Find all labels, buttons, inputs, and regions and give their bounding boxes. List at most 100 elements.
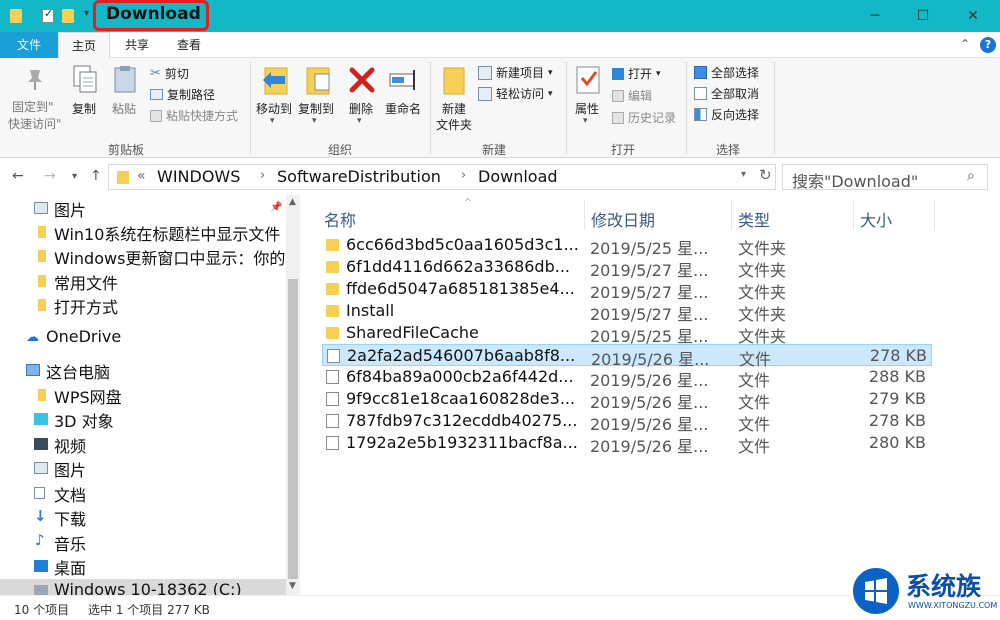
nav-item-folder[interactable]: Win10系统在标题栏中显示文件: [0, 220, 290, 244]
search-box[interactable]: 搜索"Download" ⌕: [782, 164, 988, 191]
copy-to-dropdown-icon[interactable]: ▾: [312, 116, 317, 126]
edit-button[interactable]: 编辑: [612, 87, 652, 104]
file-row[interactable]: 6cc66d3bd5c0aa1605d3c1... 2019/5/25 星...…: [322, 234, 932, 258]
nav-item-this-pc[interactable]: 这台电脑: [0, 358, 290, 382]
select-none-button[interactable]: 全部取消: [694, 85, 759, 102]
file-row-selected[interactable]: 2a2fa2ad546007b6aab8f8... 2019/5/26 星...…: [322, 344, 932, 369]
properties-dropdown-icon[interactable]: ▾: [583, 116, 588, 126]
copy-button[interactable]: 复制: [72, 100, 96, 117]
column-divider[interactable]: [934, 200, 935, 230]
delete-dropdown-icon[interactable]: ▾: [357, 116, 362, 126]
maximize-button[interactable]: ☐: [900, 0, 946, 32]
move-to-button[interactable]: 移动到: [256, 100, 292, 117]
nav-item-folder[interactable]: Windows更新窗口中显示：你的: [0, 244, 290, 268]
breadcrumb-windows[interactable]: WINDOWS: [157, 167, 240, 186]
tab-share[interactable]: 共享: [114, 32, 160, 58]
nav-item-music[interactable]: ♪ 音乐: [0, 530, 290, 554]
pin-icon[interactable]: 📌: [270, 202, 282, 213]
column-header-size[interactable]: 大小: [854, 200, 934, 230]
history-button[interactable]: 历史记录: [612, 109, 676, 126]
paste-icon[interactable]: [112, 64, 138, 94]
cut-button[interactable]: ✂ 剪切: [150, 65, 189, 82]
nav-item-label: 图片: [54, 201, 87, 220]
paste-shortcut-button[interactable]: 粘贴快捷方式: [150, 107, 238, 124]
properties-icon[interactable]: [574, 64, 602, 96]
nav-item-documents[interactable]: 文档: [0, 481, 290, 505]
file-row[interactable]: 9f9cc81e18caa160828de3... 2019/5/26 星...…: [322, 388, 932, 412]
copy-to-button[interactable]: 复制到: [298, 100, 334, 117]
recent-locations-icon[interactable]: ▾: [72, 171, 77, 182]
nav-item-folder[interactable]: 打开方式: [0, 293, 290, 317]
nav-item-folder[interactable]: 常用文件: [0, 269, 290, 293]
scroll-up-icon[interactable]: ▲: [289, 197, 296, 207]
file-row[interactable]: 6f84ba89a000cb2a6f442d... 2019/5/26 星...…: [322, 366, 932, 390]
new-folder-icon[interactable]: [442, 64, 468, 96]
nav-item-desktop[interactable]: 桌面: [0, 554, 290, 578]
nav-item-pictures-quick[interactable]: 图片 📌: [0, 196, 290, 220]
properties-check-icon[interactable]: [42, 7, 54, 23]
nav-item-3d[interactable]: 3D 对象: [0, 407, 290, 431]
tab-view[interactable]: 查看: [166, 32, 212, 58]
tab-file[interactable]: 文件: [0, 32, 58, 58]
easy-access-button[interactable]: 轻松访问 ▾: [478, 85, 553, 102]
nav-item-pictures[interactable]: 图片: [0, 456, 290, 480]
select-all-button[interactable]: 全部选择: [694, 64, 759, 81]
folder-icon[interactable]: [10, 9, 22, 23]
tab-home[interactable]: 主页: [58, 32, 110, 59]
copy-to-icon[interactable]: [303, 64, 333, 96]
forward-arrow-icon[interactable]: →: [44, 168, 56, 184]
nav-item-onedrive[interactable]: ☁ OneDrive: [0, 326, 290, 350]
column-header-name[interactable]: ^ 名称: [318, 198, 584, 230]
minimize-button[interactable]: ─: [852, 0, 898, 32]
file-row[interactable]: 1792a2e5b1932311bacf8a... 2019/5/26 星...…: [322, 432, 932, 456]
rename-icon[interactable]: [388, 66, 420, 94]
paste-shortcut-label: 粘贴快捷方式: [166, 109, 239, 123]
new-folder-button[interactable]: 新建: [442, 100, 466, 117]
nav-item-drive-c[interactable]: Windows 10-18362 (C:): [0, 579, 290, 595]
up-arrow-icon[interactable]: ↑: [90, 168, 102, 184]
navpane-scrollbar[interactable]: ▲ ▼: [286, 195, 300, 595]
delete-button[interactable]: 删除: [349, 100, 373, 117]
file-row[interactable]: SharedFileCache 2019/5/25 星... 文件夹: [322, 322, 932, 346]
new-item-button[interactable]: 新建项目 ▾: [478, 64, 553, 81]
address-dropdown-icon[interactable]: ▾: [741, 169, 746, 180]
copy-path-button[interactable]: 复制路径: [150, 86, 215, 103]
move-to-icon[interactable]: [261, 64, 291, 96]
quick-access-dropdown-icon[interactable]: ▾: [84, 8, 89, 19]
column-header-type[interactable]: 类型: [732, 200, 852, 230]
file-row[interactable]: 787fdb97c312ecddb40275... 2019/5/26 星...…: [322, 410, 932, 434]
breadcrumb-separator-icon[interactable]: ›: [461, 168, 466, 183]
nav-item-wps[interactable]: WPS网盘: [0, 383, 290, 407]
delete-icon[interactable]: [348, 66, 376, 94]
invert-selection-button[interactable]: 反向选择: [694, 106, 759, 123]
pin-icon[interactable]: [22, 66, 48, 92]
scroll-down-icon[interactable]: ▼: [289, 581, 296, 591]
navpane-scroll-thumb[interactable]: [288, 279, 298, 579]
copy-icon[interactable]: [72, 64, 98, 94]
rename-button[interactable]: 重命名: [385, 100, 421, 117]
file-name: Install: [346, 301, 395, 320]
refresh-icon[interactable]: ↻: [759, 166, 772, 184]
overflow-chevron[interactable]: «: [137, 168, 146, 184]
nav-item-downloads[interactable]: ↓ 下载: [0, 505, 290, 529]
help-icon[interactable]: ?: [980, 37, 996, 53]
file-name: ffde6d5047a685181385e4...: [346, 279, 575, 298]
file-row[interactable]: 6f1dd4116d662a33686db... 2019/5/27 星... …: [322, 256, 932, 280]
download-icon: ↓: [34, 507, 47, 525]
column-header-date[interactable]: 修改日期: [585, 200, 731, 230]
paste-button[interactable]: 粘贴: [112, 100, 136, 117]
breadcrumb-separator-icon[interactable]: ›: [260, 168, 265, 183]
nav-item-videos[interactable]: 视频: [0, 432, 290, 456]
file-row[interactable]: Install 2019/5/27 星... 文件夹: [322, 300, 932, 324]
open-button[interactable]: 打开 ▾: [612, 65, 661, 82]
new-folder-quick-icon[interactable]: [62, 9, 74, 23]
properties-button[interactable]: 属性: [575, 100, 599, 117]
move-to-dropdown-icon[interactable]: ▾: [270, 116, 275, 126]
address-bar[interactable]: « WINDOWS › SoftwareDistribution › Downl…: [108, 164, 776, 190]
breadcrumb-download[interactable]: Download: [478, 167, 558, 186]
back-arrow-icon[interactable]: ←: [12, 168, 24, 184]
collapse-ribbon-icon[interactable]: ⌃: [960, 37, 970, 51]
file-row[interactable]: ffde6d5047a685181385e4... 2019/5/27 星...…: [322, 278, 932, 302]
breadcrumb-softwaredistribution[interactable]: SoftwareDistribution: [277, 167, 441, 186]
close-button[interactable]: ✕: [950, 0, 996, 32]
